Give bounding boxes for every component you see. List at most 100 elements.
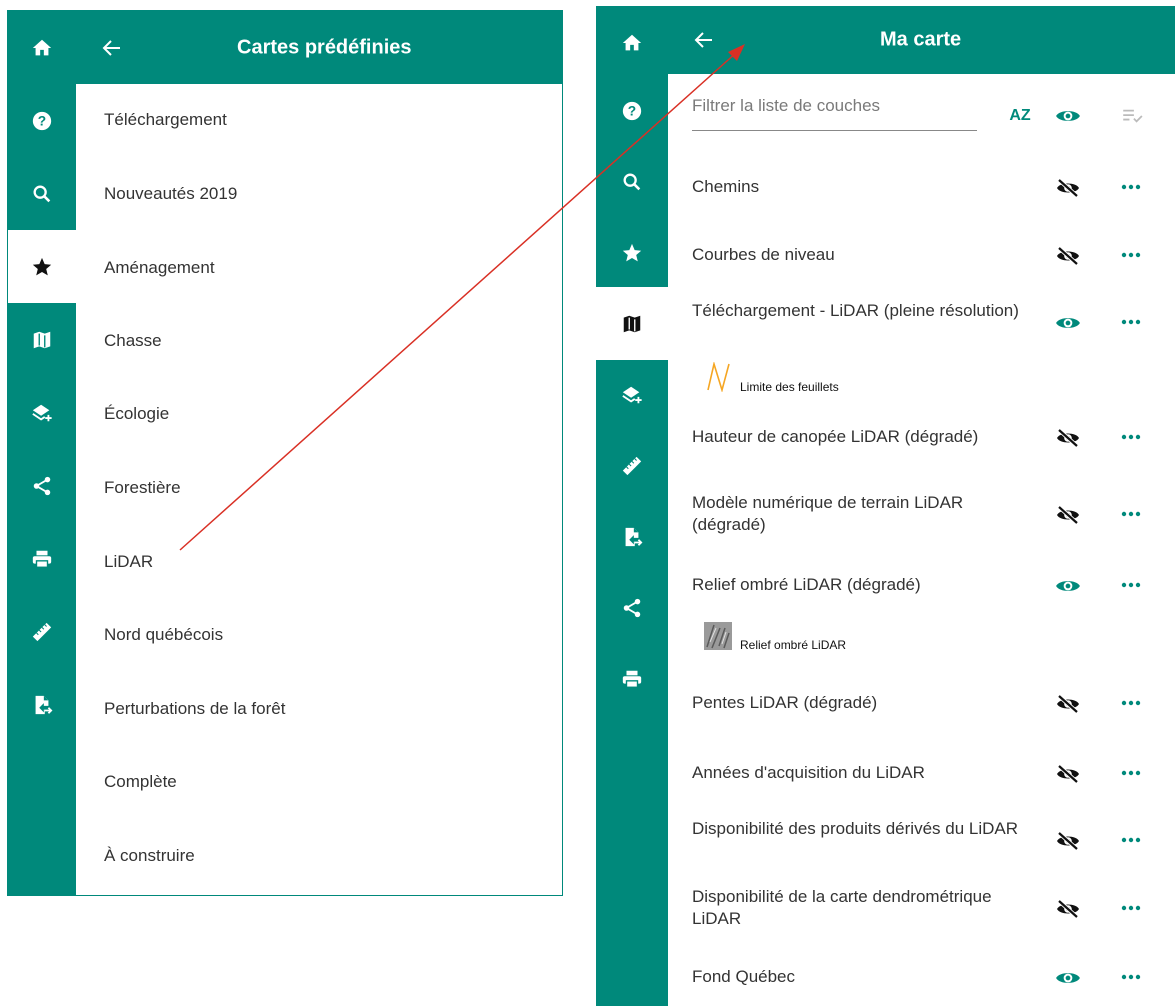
back-arrow-icon[interactable] [100, 36, 124, 60]
predefined-maps-panel: ? Cartes prédéfinies Téléchargement Nouv… [7, 10, 563, 896]
layer-filter [692, 94, 977, 131]
map-item-perturbations[interactable]: Perturbations de la forêt [104, 699, 285, 719]
eye-off-icon [1057, 694, 1079, 714]
layer-hidden-toggle[interactable] [1054, 693, 1082, 715]
map-item-nord-quebecois[interactable]: Nord québécois [104, 625, 223, 645]
layer-options-button[interactable] [1120, 245, 1142, 265]
eye-off-icon [1057, 246, 1079, 266]
more-horizontal-icon [1121, 319, 1141, 325]
map-item-nouveautes-2019[interactable]: Nouveautés 2019 [104, 184, 237, 204]
ruler-icon [622, 456, 642, 475]
help-icon: ? [622, 101, 642, 120]
layer-visible-toggle[interactable] [1054, 967, 1082, 989]
svg-text:?: ? [38, 113, 46, 128]
eye-off-icon [1057, 764, 1079, 784]
select-layers-button[interactable] [1120, 104, 1146, 128]
search-icon [33, 185, 51, 202]
layer-hidden-toggle[interactable] [1054, 763, 1082, 785]
share-icon [623, 598, 641, 617]
layer-label: Pentes LiDAR (dégradé) [692, 693, 878, 712]
star-icon [622, 243, 642, 261]
layer-options-button[interactable] [1120, 177, 1142, 197]
layer-label: Fond Québec [692, 967, 796, 986]
search-button[interactable] [596, 145, 668, 218]
map-button[interactable] [8, 303, 76, 376]
layer-options-button[interactable] [1120, 763, 1142, 783]
layer-hidden-toggle[interactable] [1054, 504, 1082, 526]
home-icon [32, 39, 52, 55]
add-layers-button[interactable] [8, 376, 76, 449]
layer-options-button[interactable] [1120, 693, 1142, 713]
map-item-chasse[interactable]: Chasse [104, 331, 162, 351]
print-button[interactable] [8, 522, 76, 595]
legend-label-limite-feuillets: Limite des feuillets [740, 380, 839, 394]
list-check-icon [1123, 109, 1143, 123]
map-item-ecologie[interactable]: Écologie [104, 404, 169, 424]
layer-visible-toggle[interactable] [1054, 312, 1082, 334]
layer-hidden-toggle[interactable] [1054, 898, 1082, 920]
measure-button[interactable] [8, 595, 76, 668]
help-icon: ? [32, 111, 52, 130]
add-layers-button[interactable] [596, 358, 668, 431]
layer-label: Disponibilité des produits dérivés du Li… [692, 819, 1018, 838]
eye-icon [1056, 973, 1080, 983]
layer-visible-toggle[interactable] [1054, 575, 1082, 597]
help-button[interactable]: ? [8, 84, 76, 157]
map-item-telechargement[interactable]: Téléchargement [104, 110, 227, 130]
svg-text:?: ? [628, 103, 636, 118]
layer-hidden-toggle[interactable] [1054, 427, 1082, 449]
right-nav-rail: ? [596, 6, 668, 1006]
measure-button[interactable] [596, 429, 668, 502]
layer-options-button[interactable] [1120, 967, 1142, 987]
layer-label: Relief ombré LiDAR (dégradé) [692, 575, 921, 594]
share-button[interactable] [8, 449, 76, 522]
more-horizontal-icon [1121, 905, 1141, 911]
relief-thumbnail-icon [704, 622, 732, 655]
print-button[interactable] [596, 642, 668, 715]
eye-off-icon [1057, 178, 1079, 198]
search-button[interactable] [8, 157, 76, 230]
layer-options-button[interactable] [1120, 504, 1142, 524]
legend-label-relief-ombre: Relief ombré LiDAR [740, 638, 847, 652]
sort-az-button[interactable]: AZ [1005, 104, 1035, 128]
map-item-lidar[interactable]: LiDAR [104, 552, 153, 572]
favorites-button[interactable] [8, 230, 76, 303]
layer-label: Années d'acquisition du LiDAR [692, 763, 925, 782]
home-button[interactable] [596, 6, 668, 79]
ruler-icon [32, 622, 52, 641]
add-layers-icon [32, 404, 52, 421]
map-item-complete[interactable]: Complète [104, 772, 177, 792]
toggle-all-visibility-button[interactable] [1054, 104, 1082, 128]
my-map-button[interactable] [596, 287, 668, 360]
back-arrow-icon[interactable] [692, 28, 716, 52]
map-item-amenagement[interactable]: Aménagement [104, 258, 215, 278]
export-button[interactable] [8, 668, 76, 741]
left-nav-rail: ? [8, 11, 76, 895]
favorites-button[interactable] [596, 216, 668, 289]
export-file-icon [35, 695, 53, 714]
sort-az-icon: AZ [1009, 107, 1031, 124]
help-button[interactable]: ? [596, 74, 668, 147]
eye-icon [1056, 581, 1080, 591]
map-icon [33, 331, 51, 348]
layer-hidden-toggle[interactable] [1054, 245, 1082, 267]
more-horizontal-icon [1121, 511, 1141, 517]
layer-filter-input[interactable] [692, 96, 972, 116]
layer-hidden-toggle[interactable] [1054, 830, 1082, 852]
layer-options-button[interactable] [1120, 427, 1142, 447]
layer-options-button[interactable] [1120, 830, 1142, 850]
line-symbol-icon [704, 360, 732, 397]
share-button[interactable] [596, 571, 668, 644]
layer-label: Courbes de niveau [692, 245, 835, 264]
map-item-a-construire[interactable]: À construire [104, 846, 195, 866]
layer-options-button[interactable] [1120, 575, 1142, 595]
home-button[interactable] [8, 11, 76, 84]
eye-off-icon [1057, 831, 1079, 851]
home-icon [622, 34, 642, 50]
layer-options-button[interactable] [1120, 312, 1142, 332]
map-item-forestiere[interactable]: Forestière [104, 478, 181, 498]
export-button[interactable] [596, 500, 668, 573]
layer-options-button[interactable] [1120, 898, 1142, 918]
layer-hidden-toggle[interactable] [1054, 177, 1082, 199]
star-icon [32, 257, 52, 275]
